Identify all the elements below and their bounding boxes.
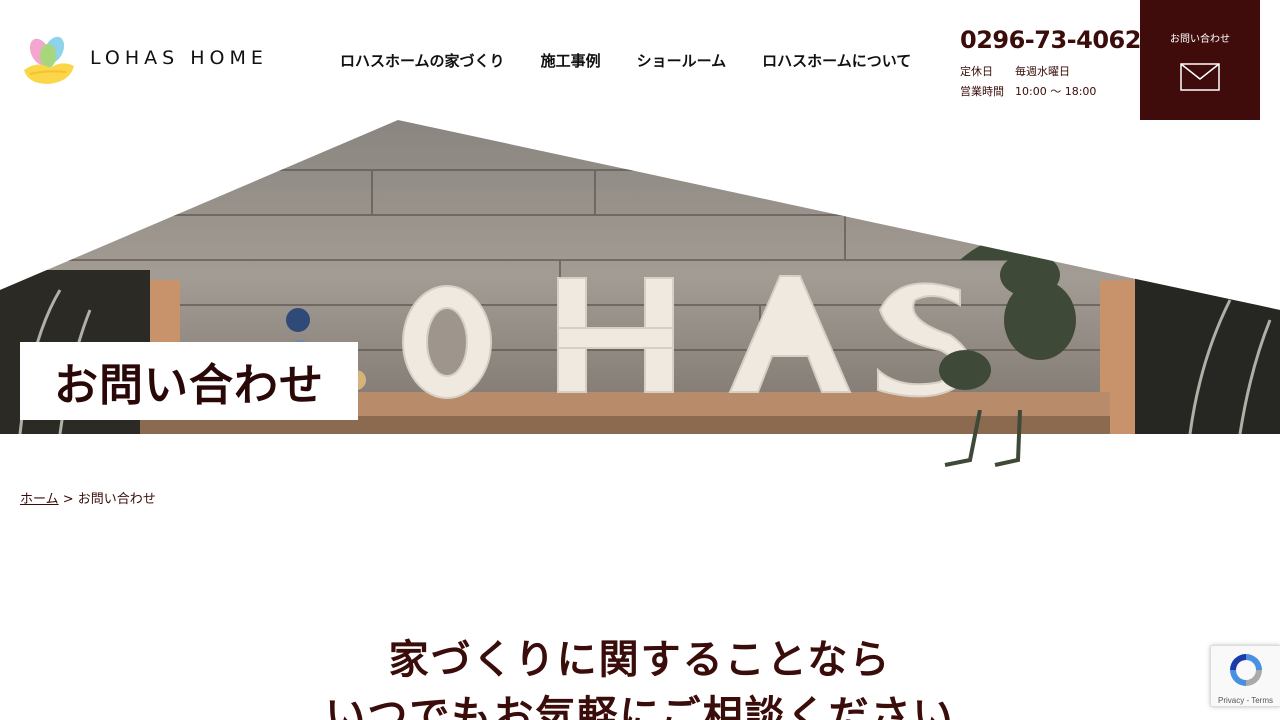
frog-legs-decoration [944, 410, 1022, 467]
breadcrumb-current: お問い合わせ [77, 492, 156, 507]
contact-button-label: お問い合わせ [1170, 34, 1230, 45]
hours-label: 営業時間 [960, 85, 1004, 98]
mail-icon [1180, 63, 1220, 91]
recaptcha-links[interactable]: Privacy - Terms [1211, 696, 1280, 705]
recaptcha-badge[interactable]: Privacy - Terms [1210, 645, 1280, 707]
nav-item-about[interactable]: ロハスホームについて [762, 50, 911, 71]
logo-flower-icon [24, 36, 74, 84]
site-header: LOHAS HOME ロハスホームの家づくり 施工事例 ショールーム ロハスホー… [0, 0, 1280, 120]
page-title: お問い合わせ [54, 360, 324, 411]
contact-button[interactable]: お問い合わせ [1140, 0, 1260, 120]
lead-line-2: いつでもお気軽にご相談ください [325, 693, 955, 720]
page-title-box: お問い合わせ [20, 342, 358, 420]
nav-item-showroom[interactable]: ショールーム [637, 50, 727, 71]
lead-text: 家づくりに関することなら いつでもお気軽にご相談ください [0, 632, 1280, 720]
contact-info: 0296-73-4062 定休日 毎週水曜日 営業時間 10:00 〜 18:00 [960, 26, 1141, 102]
logo-text: LOHAS HOME [90, 47, 268, 69]
breadcrumb-home-link[interactable]: ホーム [20, 492, 59, 507]
nav-item-works[interactable]: 施工事例 [541, 50, 601, 71]
breadcrumb: ホーム > お問い合わせ [20, 488, 156, 507]
nav-item-house-building[interactable]: ロハスホームの家づくり [340, 50, 505, 71]
closed-label: 定休日 [960, 65, 993, 78]
hero-banner: お問い合わせ [0, 120, 1280, 467]
main-nav: ロハスホームの家づくり 施工事例 ショールーム ロハスホームについて [340, 50, 911, 71]
hours-value: 10:00 〜 18:00 [1015, 85, 1097, 98]
phone-number[interactable]: 0296-73-4062 [960, 26, 1141, 54]
logo[interactable]: LOHAS HOME [20, 30, 268, 86]
business-hours: 定休日 毎週水曜日 営業時間 10:00 〜 18:00 [960, 62, 1141, 102]
closed-value: 毎週水曜日 [1015, 65, 1070, 78]
lead-line-1: 家づくりに関することなら [388, 637, 892, 683]
breadcrumb-separator: > [58, 492, 78, 507]
recaptcha-icon [1229, 654, 1262, 686]
